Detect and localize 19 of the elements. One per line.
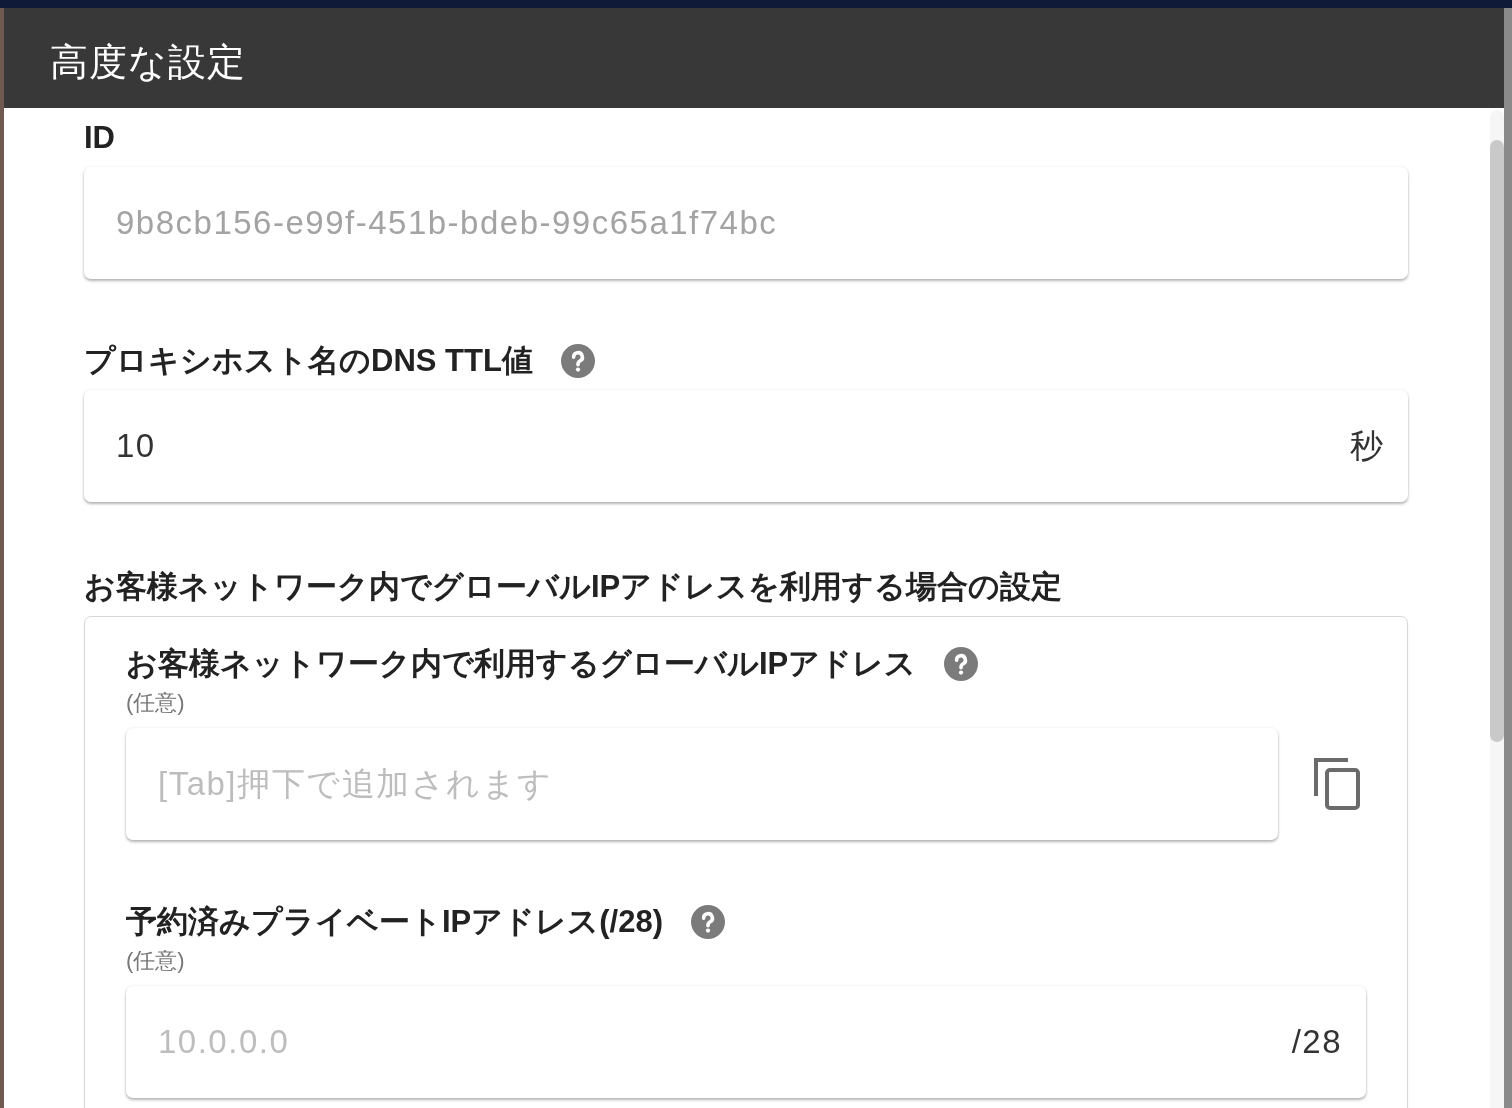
scrollbar-thumb[interactable] (1490, 140, 1504, 742)
unit-label: 秒 (1349, 427, 1384, 465)
optional-note: (任意) (126, 690, 185, 716)
help-icon[interactable] (944, 647, 979, 681)
dialog-title: 高度な設定 (50, 40, 246, 85)
field-label: 予約済みプライベートIPアドレス(/28) (126, 904, 664, 940)
help-icon[interactable] (560, 344, 595, 378)
optional-note: (任意) (126, 948, 185, 974)
field-label: お客様ネットワーク内で利用するグローバルIPアドレス (126, 646, 917, 682)
help-icon[interactable] (691, 905, 726, 939)
field-label: プロキシホスト名のDNS TTL値 (84, 343, 533, 379)
unit-label: /28 (1291, 1023, 1342, 1061)
section-title: お客様ネットワーク内でグローバルIPアドレスを利用する場合の設定 (84, 569, 1064, 605)
input-field: 9b8cb156-e99f-451b-bdeb-99c65a1f74bc (84, 167, 1408, 279)
copy-button[interactable] (1314, 758, 1360, 810)
field-label: ID (84, 120, 115, 156)
copy-icon (1314, 758, 1360, 810)
input-field[interactable]: [Tab]押下で追加されます (126, 728, 1278, 840)
scrollbar[interactable] (1490, 110, 1504, 1108)
